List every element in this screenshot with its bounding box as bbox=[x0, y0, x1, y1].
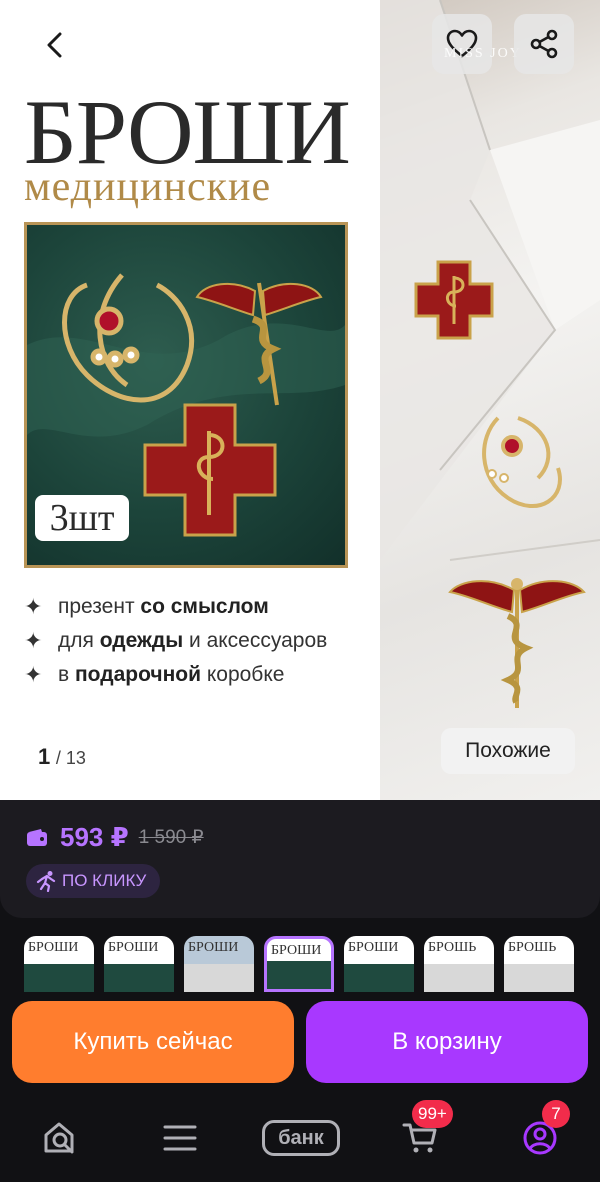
feature-text: в bbox=[58, 663, 70, 686]
thumbnail[interactable]: БРОШИ bbox=[104, 936, 174, 992]
feature-text: коробке bbox=[206, 663, 285, 686]
nav-home[interactable] bbox=[30, 1108, 90, 1168]
image-counter-current: 1 bbox=[38, 744, 51, 769]
current-price: 593 ₽ bbox=[60, 822, 129, 852]
share-icon bbox=[530, 29, 558, 59]
nav-bank[interactable]: банк bbox=[261, 1108, 341, 1168]
promo-subtitle: медицинские bbox=[24, 164, 272, 210]
coat-with-pins-illustration bbox=[380, 0, 600, 708]
add-to-cart-button[interactable]: В корзину bbox=[306, 1001, 588, 1083]
promo-label: ПО КЛИКУ bbox=[62, 871, 147, 890]
thumbnail-active[interactable]: БРОШИ bbox=[264, 936, 334, 992]
product-photo: 3шт bbox=[24, 222, 348, 568]
image-counter: 1 / 13 bbox=[38, 744, 86, 770]
thumbnail-strip: БРОШИ БРОШИ БРОШИ БРОШИ БРОШИ БРОШЬ БРОШ… bbox=[24, 936, 600, 992]
thumbnail-label: БРОШИ bbox=[28, 940, 79, 955]
feature-text: и аксессуаров bbox=[189, 629, 328, 652]
similar-button[interactable]: Похожие bbox=[441, 728, 575, 774]
sparkle-icon: ✦ bbox=[24, 594, 43, 619]
feature-item: ✦ в подарочной коробке bbox=[24, 658, 327, 692]
brand-watermark: MISS JOY bbox=[444, 46, 522, 61]
feature-text: для bbox=[58, 629, 94, 652]
thumbnail-label: БРОШИ bbox=[108, 940, 159, 955]
product-image-carousel[interactable]: MISS JOY БРОШИ медицинские 3шт ✦ презент… bbox=[0, 0, 600, 800]
nav-profile[interactable]: 7 bbox=[510, 1100, 570, 1168]
thumbnail-label: БРОШЬ bbox=[428, 940, 477, 955]
feature-item: ✦ для одежды и аксессуаров bbox=[24, 624, 327, 658]
thumbnail-label: БРОШИ bbox=[348, 940, 399, 955]
feature-text-bold: со смыслом bbox=[140, 595, 269, 618]
feature-item: ✦ презент со смыслом bbox=[24, 590, 327, 624]
thumbnail[interactable]: БРОШИ bbox=[344, 936, 414, 992]
buy-now-button[interactable]: Купить сейчас bbox=[12, 1001, 294, 1083]
menu-icon bbox=[163, 1125, 197, 1151]
running-person-icon bbox=[36, 871, 56, 892]
search-home-icon bbox=[44, 1122, 74, 1154]
old-price: 1 590 ₽ bbox=[138, 827, 204, 848]
thumbnail-label: БРОШИ bbox=[271, 943, 322, 958]
bottom-navigation: банк 99+ 7 bbox=[0, 1090, 600, 1182]
price-card: 593 ₽ 1 590 ₽ ПО КЛИКУ bbox=[0, 800, 600, 918]
price-row: 593 ₽ 1 590 ₽ bbox=[26, 822, 204, 853]
share-button[interactable] bbox=[514, 14, 574, 74]
back-button[interactable] bbox=[30, 20, 80, 70]
thumbnail-label: БРОШИ bbox=[188, 940, 239, 955]
feature-text: презент bbox=[58, 595, 135, 618]
thumbnail[interactable]: БРОШИ bbox=[184, 936, 254, 992]
thumbnail-label: БРОШЬ bbox=[508, 940, 557, 955]
profile-badge: 7 bbox=[542, 1100, 570, 1128]
product-screen: MISS JOY БРОШИ медицинские 3шт ✦ презент… bbox=[0, 0, 600, 1182]
favorite-button[interactable] bbox=[432, 14, 492, 74]
feature-text-bold: подарочной bbox=[75, 663, 201, 686]
nav-cart[interactable]: 99+ bbox=[390, 1100, 453, 1168]
image-counter-total: / 13 bbox=[55, 748, 86, 768]
thumbnail[interactable]: БРОШИ bbox=[24, 936, 94, 992]
cart-badge: 99+ bbox=[412, 1100, 453, 1128]
nav-catalog[interactable] bbox=[150, 1108, 210, 1168]
thumbnail[interactable]: БРОШЬ bbox=[504, 936, 574, 992]
feature-list: ✦ презент со смыслом ✦ для одежды и аксе… bbox=[24, 590, 327, 692]
chevron-left-icon bbox=[47, 32, 62, 58]
bank-label: банк bbox=[262, 1120, 340, 1156]
quantity-badge: 3шт bbox=[35, 495, 129, 541]
sparkle-icon: ✦ bbox=[24, 628, 43, 653]
feature-text-bold: одежды bbox=[99, 629, 184, 652]
thumbnail[interactable]: БРОШЬ bbox=[424, 936, 494, 992]
wallet-icon bbox=[27, 828, 47, 846]
sparkle-icon: ✦ bbox=[24, 662, 43, 687]
promo-chip[interactable]: ПО КЛИКУ bbox=[26, 864, 161, 898]
